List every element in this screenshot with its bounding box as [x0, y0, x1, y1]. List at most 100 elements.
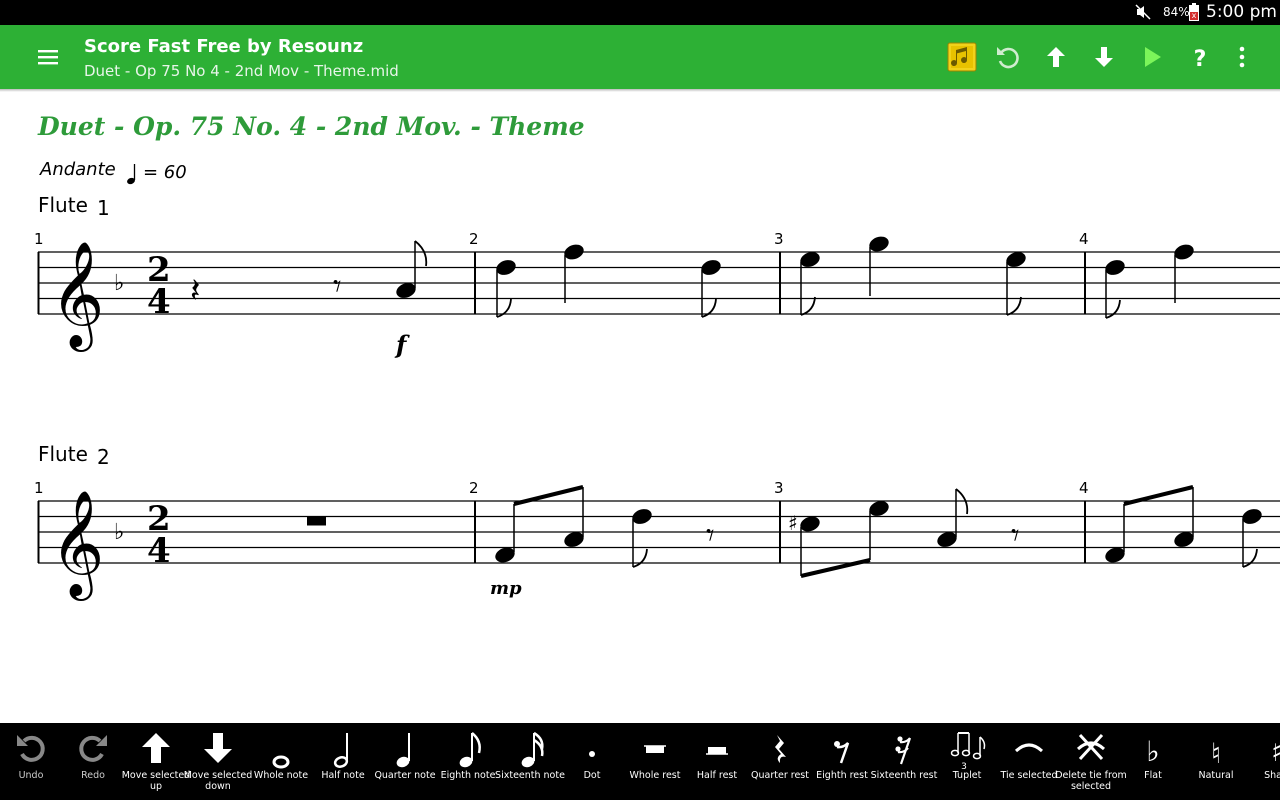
quarter-note-button[interactable]: Quarter note	[374, 723, 436, 800]
beamed-notes[interactable]	[798, 499, 891, 578]
app-bar: Score Fast Free by Resounz Duet - Op 75 …	[0, 25, 1280, 89]
flat-key-signature-icon: ♭	[114, 520, 124, 545]
eighth-note-button[interactable]: Eighth note	[437, 723, 499, 800]
more-options-icon[interactable]	[1226, 41, 1258, 73]
note[interactable]	[630, 507, 654, 568]
tempo-value: = 60	[143, 162, 187, 183]
move-up-icon[interactable]	[1040, 41, 1072, 73]
staff-lines	[38, 500, 1280, 564]
whole-rest-button[interactable]: Whole rest	[624, 723, 686, 800]
svg-text:4: 4	[147, 531, 171, 571]
quarter-rest-icon	[775, 735, 786, 763]
note[interactable]	[494, 258, 518, 318]
eighth-rest-icon: 𝄾	[333, 267, 342, 305]
svg-text:♭: ♭	[1146, 735, 1159, 768]
staff-flute-1[interactable]: Flute 1 1 2 3 4 𝄞 ♭ 24 𝄽 𝄾 f	[34, 193, 1280, 359]
sharp-accidental-icon: ♯	[788, 511, 798, 535]
eighth-note-icon	[459, 732, 481, 768]
redo-button[interactable]: Redo	[62, 723, 124, 800]
note[interactable]	[1103, 258, 1127, 319]
note[interactable]	[1004, 250, 1028, 316]
eighth-rest-button[interactable]: Eighth rest	[811, 723, 873, 800]
eighth-rest-icon	[834, 741, 850, 764]
staff-name: Flute	[38, 442, 88, 466]
score-title: Duet - Op. 75 No. 4 - 2nd Mov. - Theme	[37, 112, 585, 141]
move-selected-up-button[interactable]: Move selected up	[122, 723, 190, 800]
staff-name: Flute	[38, 193, 88, 217]
measure-number: 4	[1079, 479, 1089, 497]
staff-flute-2[interactable]: Flute 2 1 2 3 4 𝄞 ♭ 24 𝄾 mp ♯ 𝄾	[34, 442, 1280, 601]
dynamic-marking: f	[394, 330, 410, 359]
note[interactable]	[562, 242, 586, 303]
file-name: Duet - Op 75 No 4 - 2nd Mov - Theme.mid	[84, 62, 399, 80]
whole-note-icon	[272, 755, 290, 769]
note[interactable]	[798, 250, 822, 316]
measure-number: 1	[34, 230, 44, 248]
svg-text:x: x	[1192, 11, 1197, 20]
half-note-button[interactable]: Half note	[312, 723, 374, 800]
staff-number: 1	[97, 196, 110, 220]
tuplet-icon: 3	[950, 732, 986, 771]
treble-clef-icon: 𝄞	[50, 489, 104, 601]
note[interactable]	[935, 488, 969, 549]
battery-percent: 84%	[1163, 5, 1190, 19]
flat-button[interactable]: ♭ Flat	[1122, 723, 1184, 800]
status-bar: 84% x 5:00 pm	[0, 0, 1280, 25]
tie-icon	[1014, 743, 1044, 753]
undo-icon[interactable]	[992, 41, 1024, 73]
flat-key-signature-icon: ♭	[114, 271, 124, 296]
whole-rest-icon	[307, 516, 326, 526]
tool-label: Sharp	[1264, 770, 1280, 781]
half-rest-icon	[706, 747, 728, 755]
move-down-icon[interactable]	[1088, 41, 1120, 73]
natural-button[interactable]: ♮ Natural	[1185, 723, 1247, 800]
hamburger-menu-icon[interactable]	[34, 43, 62, 71]
note[interactable]	[867, 234, 891, 296]
eighth-rest-icon: 𝄾	[1011, 516, 1020, 554]
measure-number: 1	[34, 479, 44, 497]
beamed-notes[interactable]	[493, 485, 586, 565]
whole-note-button[interactable]: Whole note	[250, 723, 312, 800]
staff-number: 2	[97, 445, 110, 469]
note[interactable]	[394, 240, 428, 300]
tuplet-button[interactable]: 3 Tuplet	[936, 723, 998, 800]
measure-number: 2	[469, 230, 479, 248]
sixteenth-rest-button[interactable]: Sixteenth rest	[871, 723, 937, 800]
battery-icon: x	[1189, 3, 1199, 21]
svg-text:?: ?	[1194, 47, 1207, 72]
sixteenth-note-button[interactable]: Sixteenth note	[495, 723, 565, 800]
app-title: Score Fast Free by Resounz	[84, 36, 364, 57]
dynamic-marking: mp	[490, 578, 522, 599]
status-time: 5:00 pm	[1206, 2, 1277, 22]
beamed-notes[interactable]	[1103, 485, 1196, 565]
dot-icon	[589, 751, 595, 757]
delete-tie-button[interactable]: Delete tie from selected	[1055, 723, 1127, 800]
note-toolbar: Undo Redo Move selected up Move selected…	[0, 723, 1280, 800]
help-icon[interactable]: ?	[1184, 41, 1216, 73]
tie-selected-button[interactable]: Tie selected	[998, 723, 1060, 800]
dot-button[interactable]: Dot	[561, 723, 623, 800]
quarter-rest-button[interactable]: Quarter rest	[749, 723, 811, 800]
library-icon[interactable]	[946, 41, 978, 73]
whole-rest-icon	[644, 745, 666, 753]
note[interactable]	[1172, 242, 1196, 303]
tempo-quarter-note-icon	[127, 164, 136, 185]
svg-text:♯: ♯	[1271, 735, 1280, 768]
flat-icon: ♭	[1146, 735, 1159, 768]
score-canvas[interactable]: Duet - Op. 75 No. 4 - 2nd Mov. - Theme A…	[0, 92, 1280, 722]
half-rest-button[interactable]: Half rest	[686, 723, 748, 800]
undo-button[interactable]: Undo	[0, 723, 62, 800]
sharp-icon: ♯	[1271, 735, 1280, 768]
measure-number: 3	[774, 230, 784, 248]
play-icon[interactable]	[1136, 41, 1168, 73]
svg-text:4: 4	[147, 282, 171, 322]
natural-icon: ♮	[1211, 737, 1221, 770]
move-selected-down-button[interactable]: Move selected down	[184, 723, 252, 800]
quarter-note-icon	[396, 733, 410, 768]
note[interactable]	[1240, 507, 1264, 568]
sharp-button[interactable]: ♯ Sharp	[1247, 723, 1280, 800]
arrow-down-icon	[204, 733, 232, 763]
note[interactable]	[699, 258, 723, 318]
undo-icon	[17, 735, 45, 762]
time-signature: 24	[147, 250, 171, 322]
